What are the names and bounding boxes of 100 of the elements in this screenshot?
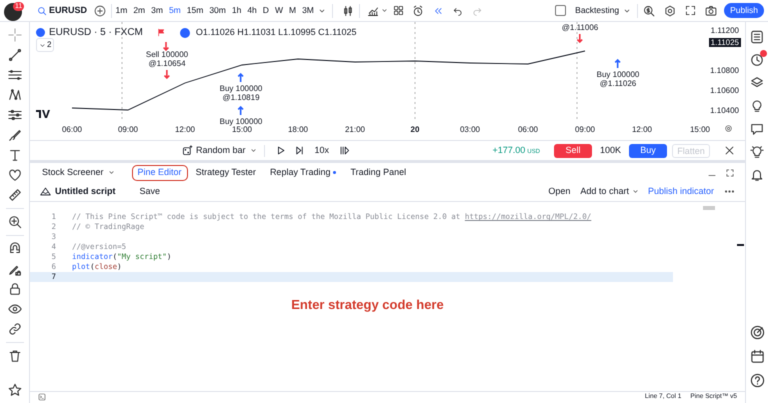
quantity-value: 100K bbox=[600, 144, 621, 157]
panel-tab[interactable]: Strategy Tester bbox=[190, 164, 262, 180]
undo-icon[interactable] bbox=[453, 6, 464, 16]
layers-icon[interactable] bbox=[750, 76, 764, 90]
open-button[interactable]: Open bbox=[548, 184, 570, 198]
close-icon[interactable] bbox=[724, 145, 735, 156]
interval-button[interactable]: 5m bbox=[166, 4, 184, 17]
script-name: Untitled script bbox=[55, 184, 116, 198]
search-dollar-icon[interactable] bbox=[643, 4, 656, 16]
calendar-icon[interactable] bbox=[750, 349, 764, 364]
buy-button[interactable]: Buy bbox=[629, 144, 667, 158]
symbol-search[interactable]: EURUSD bbox=[35, 4, 90, 18]
time-label: 15:00 bbox=[690, 124, 710, 136]
price-label: 1.10600 bbox=[709, 86, 740, 94]
chat-icon[interactable] bbox=[750, 122, 764, 136]
time-label: 09:00 bbox=[118, 124, 138, 136]
collapse-button[interactable]: 2 bbox=[36, 38, 54, 52]
list-icon[interactable] bbox=[750, 30, 764, 44]
target-icon[interactable] bbox=[750, 325, 764, 340]
sliders-icon[interactable] bbox=[8, 108, 22, 122]
panel-tab[interactable]: Replay Trading bbox=[264, 164, 342, 180]
magnet-icon[interactable] bbox=[8, 242, 22, 256]
maximize-icon[interactable] bbox=[725, 168, 735, 178]
up-arrow-icon bbox=[614, 58, 622, 70]
publish-indicator-button[interactable]: Publish indicator bbox=[648, 184, 714, 198]
panel-tab[interactable]: Pine Editor bbox=[132, 164, 188, 180]
price-label: 1.10800 bbox=[709, 66, 740, 74]
pattern-icon[interactable] bbox=[8, 88, 22, 102]
bell-icon[interactable] bbox=[750, 168, 764, 182]
eye-icon[interactable] bbox=[8, 302, 22, 316]
zoom-in-icon[interactable] bbox=[8, 215, 22, 229]
time-label: 21:00 bbox=[344, 124, 366, 136]
symbol-title: EURUSD · 5 · FXCM bbox=[49, 26, 143, 40]
interval-button[interactable]: 2m bbox=[130, 4, 148, 17]
interval-button[interactable]: W bbox=[272, 4, 286, 17]
candlestick-icon[interactable] bbox=[342, 4, 354, 16]
price-label: 1.10400 bbox=[709, 106, 740, 114]
checkbox[interactable] bbox=[555, 5, 566, 16]
link-icon[interactable] bbox=[8, 322, 22, 336]
save-button[interactable]: Save bbox=[140, 184, 160, 198]
indicators-icon[interactable] bbox=[367, 4, 380, 16]
panel-tab[interactable]: Stock Screener bbox=[36, 164, 122, 180]
backtesting-toggle[interactable]: Backtesting bbox=[555, 4, 632, 17]
interval-button[interactable]: 1m bbox=[113, 4, 130, 17]
lock-icon[interactable] bbox=[8, 282, 22, 296]
price-label: 1.11200 bbox=[710, 26, 740, 34]
trend-line-icon[interactable] bbox=[8, 48, 22, 62]
horizontal-lines-icon[interactable] bbox=[8, 68, 22, 82]
current-price-label: 1.11025 bbox=[708, 38, 741, 47]
rewind-icon[interactable] bbox=[433, 6, 444, 16]
interval-button[interactable]: 30m bbox=[206, 4, 228, 17]
idea-icon[interactable] bbox=[750, 145, 764, 159]
random-bar-dropdown[interactable]: Random bar bbox=[182, 144, 258, 158]
text-tool-icon[interactable] bbox=[8, 148, 22, 162]
trade-label: @1.11006 bbox=[562, 23, 598, 32]
down-arrow-icon bbox=[576, 32, 584, 44]
mountain-icon bbox=[40, 186, 51, 197]
sell-button[interactable]: Sell bbox=[554, 144, 592, 158]
step-forward-icon[interactable] bbox=[294, 145, 305, 156]
lightbulb-icon[interactable] bbox=[750, 99, 764, 113]
time-label: 09:00 bbox=[574, 124, 596, 136]
help-icon[interactable] bbox=[750, 373, 764, 388]
star-icon[interactable] bbox=[8, 383, 22, 397]
search-icon bbox=[37, 6, 47, 16]
time-label: 12:00 bbox=[174, 124, 196, 136]
clock-icon[interactable] bbox=[750, 53, 764, 67]
alarm-clock-icon[interactable] bbox=[412, 4, 424, 16]
dice-icon bbox=[182, 145, 193, 156]
interval-button[interactable]: M bbox=[286, 4, 299, 17]
time-label: 15:00 bbox=[232, 125, 252, 136]
interval-button[interactable]: D bbox=[260, 4, 272, 17]
time-label: 06:00 bbox=[62, 124, 82, 136]
add-to-chart-button[interactable]: Add to chart bbox=[580, 184, 640, 198]
fullscreen-icon[interactable] bbox=[685, 5, 696, 16]
scroll-marker bbox=[737, 244, 744, 246]
caret-icon bbox=[39, 42, 46, 48]
brush-icon[interactable] bbox=[8, 128, 22, 142]
terminal-icon[interactable] bbox=[38, 393, 46, 401]
trade-label: Buy 100000 @1.10819 bbox=[220, 84, 262, 102]
trade-label: Sell 100000 @1.10654 bbox=[146, 50, 188, 68]
time-label: 03:00 bbox=[460, 124, 480, 136]
publish-button[interactable]: Publish bbox=[724, 3, 764, 18]
skip-to-end-icon[interactable] bbox=[339, 145, 350, 156]
interval-button[interactable]: 1h bbox=[229, 4, 244, 17]
panel-tab[interactable]: Trading Panel bbox=[344, 164, 412, 180]
speed-button[interactable]: 10x bbox=[314, 144, 330, 158]
interval-button[interactable]: 3m bbox=[148, 4, 166, 17]
trash-icon[interactable] bbox=[8, 349, 22, 363]
interval-button[interactable]: 3M bbox=[300, 4, 316, 17]
interval-button[interactable]: 4h bbox=[244, 4, 260, 17]
camera-icon[interactable] bbox=[705, 4, 718, 16]
logo-icon bbox=[36, 110, 50, 118]
up-arrow-icon bbox=[237, 105, 245, 117]
ruler-icon[interactable] bbox=[8, 188, 22, 202]
flag-icon bbox=[156, 28, 166, 37]
grid-icon[interactable] bbox=[393, 5, 404, 16]
heart-icon[interactable] bbox=[8, 168, 22, 182]
interval-button[interactable]: 15m bbox=[184, 4, 206, 17]
trade-label: Buy 100000 bbox=[220, 117, 262, 126]
add-symbol-icon[interactable] bbox=[94, 4, 106, 16]
